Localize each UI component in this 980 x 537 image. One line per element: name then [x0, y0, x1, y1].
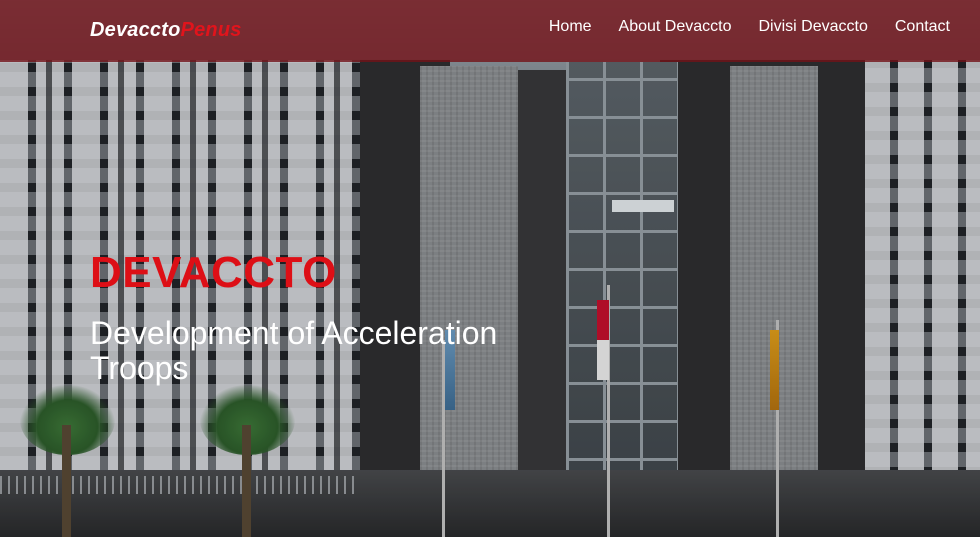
nav-link-divisi[interactable]: Divisi Devaccto — [759, 18, 868, 36]
brand-logo-link[interactable]: DevacctoPenus — [90, 19, 242, 42]
nav-link-home[interactable]: Home — [549, 18, 592, 36]
nav-link-about[interactable]: About Devaccto — [619, 18, 732, 36]
brand-name-part1: Devaccto — [90, 19, 181, 41]
brand-name-part2: Penus — [180, 19, 242, 41]
hero-title: DEVACCTO — [90, 248, 337, 297]
hero-subtitle: Development of Acceleration Troops — [90, 315, 498, 387]
top-navbar: DevacctoPenus Home About Devaccto Divisi… — [0, 0, 980, 62]
nav-link-contact[interactable]: Contact — [895, 18, 950, 36]
nav-menu: Home About Devaccto Divisi Devaccto Cont… — [522, 18, 950, 36]
